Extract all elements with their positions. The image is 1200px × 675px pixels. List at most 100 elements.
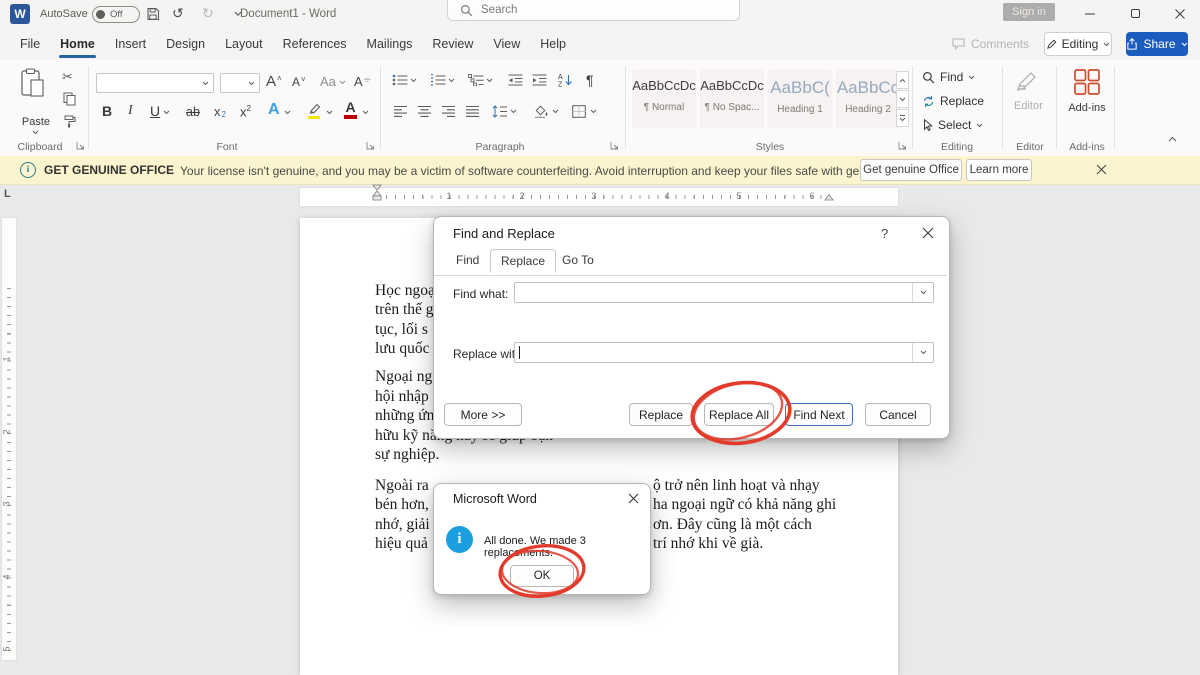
find-tab[interactable]: Find xyxy=(446,249,489,271)
line-spacing-button[interactable] xyxy=(492,105,507,118)
paste-menu-chevron[interactable] xyxy=(32,130,39,135)
tab-layout[interactable]: Layout xyxy=(215,28,273,60)
font-color-chevron[interactable] xyxy=(362,110,369,115)
msgbox-close-button[interactable] xyxy=(628,493,639,504)
minimize-button[interactable] xyxy=(1075,0,1105,27)
bullets-chevron[interactable] xyxy=(410,78,417,83)
multilevel-chevron[interactable] xyxy=(486,78,493,83)
get-genuine-office-button[interactable]: Get genuine Office xyxy=(860,159,962,181)
style-heading1[interactable]: AaBbC( Heading 1 xyxy=(768,70,832,128)
styles-dialog-launcher[interactable] xyxy=(898,141,907,150)
banner-close-button[interactable] xyxy=(1096,164,1107,175)
borders-button[interactable] xyxy=(572,105,586,118)
tab-selector[interactable]: L xyxy=(4,188,11,200)
find-what-input[interactable] xyxy=(514,282,934,303)
sort-button[interactable]: A Z xyxy=(558,73,574,87)
align-left-button[interactable] xyxy=(394,106,408,117)
find-next-button[interactable]: Find Next xyxy=(785,403,853,426)
shading-button[interactable] xyxy=(534,105,549,118)
replace-with-input[interactable] xyxy=(514,342,934,363)
replace-all-button[interactable]: Replace All xyxy=(704,403,774,426)
combo-dropdown-button[interactable] xyxy=(912,283,933,302)
styles-gallery-more-button[interactable] xyxy=(896,109,909,127)
cut-button[interactable]: ✂ xyxy=(62,69,73,85)
right-indent-marker[interactable] xyxy=(824,193,834,201)
underline-menu-chevron[interactable] xyxy=(163,110,170,115)
sign-in-button[interactable]: Sign in xyxy=(1003,3,1055,21)
underline-button[interactable]: U xyxy=(150,103,160,119)
ok-button[interactable]: OK xyxy=(510,565,574,587)
highlight-chevron[interactable] xyxy=(326,110,333,115)
shrink-font-button[interactable]: A˅ xyxy=(292,75,306,89)
style-no-spacing[interactable]: AaBbCcDc ¶ No Spac... xyxy=(700,70,764,128)
bold-button[interactable]: B xyxy=(102,103,112,119)
style-heading2[interactable]: AaBbCc Heading 2 xyxy=(836,70,900,128)
tab-mailings[interactable]: Mailings xyxy=(357,28,423,60)
styles-scroll-down-button[interactable] xyxy=(896,90,909,108)
font-name-select[interactable] xyxy=(96,73,214,93)
tab-design[interactable]: Design xyxy=(156,28,215,60)
indent-marker[interactable] xyxy=(372,184,382,201)
increase-indent-button[interactable] xyxy=(532,74,547,86)
justify-button[interactable] xyxy=(466,106,480,117)
font-size-select[interactable] xyxy=(220,73,260,93)
paragraph-dialog-launcher[interactable] xyxy=(610,141,619,150)
save-button[interactable] xyxy=(146,7,160,21)
editor-button[interactable]: Editor xyxy=(1014,70,1043,112)
superscript-button[interactable]: x2 xyxy=(240,104,251,119)
autosave-toggle[interactable]: Off xyxy=(92,6,140,23)
font-dialog-launcher[interactable] xyxy=(366,141,375,150)
dialog-close-button[interactable] xyxy=(922,227,934,239)
clear-formatting-button[interactable]: A⌯ xyxy=(354,74,371,89)
close-window-button[interactable] xyxy=(1165,0,1195,27)
maximize-button[interactable] xyxy=(1120,0,1150,27)
numbering-button[interactable] xyxy=(430,74,446,86)
multilevel-list-button[interactable] xyxy=(468,74,484,86)
tab-view[interactable]: View xyxy=(483,28,530,60)
cancel-button[interactable]: Cancel xyxy=(865,403,931,426)
dialog-help-button[interactable]: ? xyxy=(881,226,888,241)
style-normal[interactable]: AaBbCcDc ¶ Normal xyxy=(632,70,696,128)
paste-button[interactable] xyxy=(20,68,46,98)
redo-button[interactable]: ↻ xyxy=(202,6,214,20)
replace-tab[interactable]: Replace xyxy=(490,249,556,273)
select-button[interactable]: Select xyxy=(922,118,983,132)
share-button[interactable]: Share xyxy=(1126,32,1188,56)
styles-scroll-up-button[interactable] xyxy=(896,71,909,89)
tab-references[interactable]: References xyxy=(273,28,357,60)
editing-mode-button[interactable]: Editing xyxy=(1044,32,1112,56)
align-center-button[interactable] xyxy=(418,106,432,117)
comments-button[interactable]: Comments xyxy=(952,32,1029,56)
text-effects-button[interactable]: A xyxy=(268,101,280,119)
replace-button[interactable]: Replace xyxy=(629,403,693,426)
goto-tab[interactable]: Go To xyxy=(552,249,604,271)
tab-insert[interactable]: Insert xyxy=(105,28,156,60)
tab-review[interactable]: Review xyxy=(422,28,483,60)
text-effects-chevron[interactable] xyxy=(284,110,291,115)
collapse-ribbon-button[interactable] xyxy=(1168,136,1177,142)
shading-chevron[interactable] xyxy=(552,109,559,114)
decrease-indent-button[interactable] xyxy=(508,74,523,86)
show-formatting-button[interactable]: ¶ xyxy=(586,72,594,88)
learn-more-button[interactable]: Learn more xyxy=(966,159,1032,181)
combo-dropdown-button[interactable] xyxy=(912,343,933,362)
horizontal-ruler[interactable]: 1 2 3 4 5 6 xyxy=(300,188,898,206)
bullets-button[interactable] xyxy=(392,74,408,86)
find-button[interactable]: Find xyxy=(922,70,975,84)
grow-font-button[interactable]: A˄ xyxy=(266,73,282,90)
format-painter-button[interactable] xyxy=(63,115,76,128)
change-case-button[interactable]: Aa xyxy=(320,74,346,89)
numbering-chevron[interactable] xyxy=(448,78,455,83)
highlight-button[interactable] xyxy=(306,102,322,119)
borders-chevron[interactable] xyxy=(590,109,597,114)
clipboard-dialog-launcher[interactable] xyxy=(76,141,85,150)
strikethrough-button[interactable]: ab xyxy=(186,105,200,119)
addins-button[interactable]: Add-ins xyxy=(1066,68,1108,114)
tab-home[interactable]: Home xyxy=(50,28,105,60)
italic-button[interactable]: I xyxy=(128,103,133,119)
tab-file[interactable]: File xyxy=(10,28,50,60)
font-color-button[interactable]: A xyxy=(344,101,357,119)
line-spacing-chevron[interactable] xyxy=(510,109,517,114)
copy-button[interactable] xyxy=(63,92,76,106)
search-input[interactable]: Search xyxy=(447,0,740,21)
